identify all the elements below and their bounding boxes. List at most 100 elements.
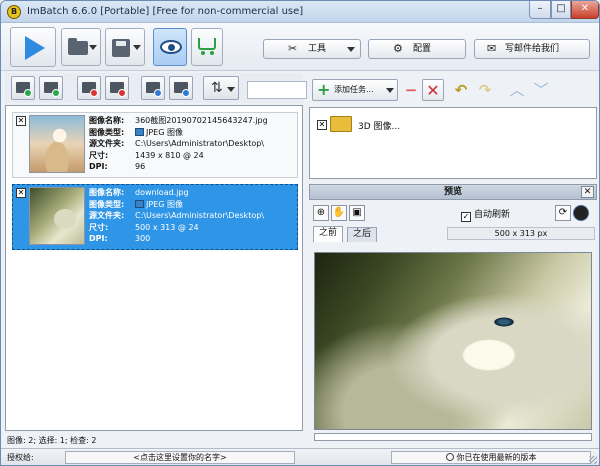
size-label: 尺寸: <box>89 150 109 160</box>
preview-toolbar: ⊕ ✋ ▣ ✓ 自动刷新 ⟳ <box>309 202 597 224</box>
preview-toggle-button[interactable] <box>153 28 187 66</box>
image-list-status: 图像: 2; 选择: 1; 检查: 2 <box>7 436 97 445</box>
zoom-icon[interactable]: ⊕ <box>313 205 329 221</box>
app-window: B ImBatch 6.6.0 [Portable] [Free for non… <box>0 0 600 466</box>
task-toolbar: + 添加任务... − ✕ ↶ ↷ ︿ ﹀ <box>308 77 598 101</box>
tools-menu-button[interactable]: ✂ 工具 <box>263 39 361 59</box>
dpi-label: DPI: <box>89 162 108 171</box>
license-label: 授权给: <box>7 453 34 462</box>
run-batch-button[interactable] <box>10 27 56 67</box>
image-dpi: 96 <box>135 162 146 171</box>
image-thumbnail <box>29 187 85 245</box>
add-task-label: 添加任务... <box>334 85 374 94</box>
undo-button[interactable]: ↶ <box>450 79 472 101</box>
task-item[interactable]: ✕ 3D 图像... <box>314 114 514 136</box>
image-source: C:\Users\Administrator\Desktop\ <box>135 139 264 148</box>
image-name: 360截图20190702145643247.jpg <box>135 116 268 125</box>
preview-close-button[interactable]: ✕ <box>581 186 594 198</box>
image-type: JPEG 图像 <box>146 127 183 137</box>
preview-image[interactable] <box>314 252 592 430</box>
tools-label: 工具 <box>308 44 327 54</box>
tab-after[interactable]: 之后 <box>347 227 378 242</box>
preview-header: 预览 ✕ <box>309 184 597 200</box>
app-logo-icon: B <box>7 5 21 19</box>
add-image-button[interactable] <box>11 76 35 100</box>
chevron-down-icon <box>227 87 235 92</box>
gear-icon: ⚙ <box>393 42 403 55</box>
list-item-selected[interactable]: ✕ 图像名称: download.jpg 图像类型: JPEG 图像 源文件夹: C:… <box>12 184 298 250</box>
hand-icon[interactable]: ✋ <box>331 205 347 221</box>
arrow-up-icon <box>154 89 162 97</box>
plus-icon: + <box>317 80 331 99</box>
license-name-field[interactable]: <点击这里设置你的名字> <box>65 451 295 464</box>
image-list-toolbar: ⇅ <box>5 73 307 103</box>
move-image-down-button[interactable] <box>169 76 193 100</box>
config-button[interactable]: ⚙ 配置 <box>368 39 466 59</box>
move-task-up-button[interactable]: ︿ <box>506 79 528 101</box>
dpi-label: DPI: <box>89 234 108 243</box>
maximize-button[interactable]: □ <box>551 1 571 19</box>
add-task-button[interactable]: + 添加任务... <box>312 79 398 101</box>
save-button[interactable] <box>105 28 145 66</box>
auto-refresh-label: 自动刷新 <box>474 210 511 220</box>
tab-before[interactable]: 之前 <box>313 226 344 242</box>
image-type: JPEG 图像 <box>146 199 183 209</box>
fit-icon[interactable]: ▣ <box>349 205 365 221</box>
image-thumbnail <box>29 115 85 173</box>
add-folder-button[interactable] <box>39 76 63 100</box>
background-color-icon[interactable] <box>573 205 589 221</box>
remove-image-button[interactable] <box>77 76 101 100</box>
version-status[interactable]: 你已在使用最新的版本 <box>391 451 591 464</box>
list-item[interactable]: ✕ 图像名称: 360截图20190702145643247.jpg 图像类型: J… <box>12 112 298 178</box>
shopping-cart-icon <box>198 38 216 55</box>
move-task-down-button[interactable]: ﹀ <box>530 79 552 101</box>
remove-icon <box>90 89 98 97</box>
name-label: 图像名称: <box>89 116 125 125</box>
chevron-down-icon <box>386 88 394 93</box>
type-label: 图像类型: <box>89 127 125 137</box>
image-properties: 图像名称: 360截图20190702145643247.jpg 图像类型: JPE… <box>89 115 299 173</box>
clear-images-button[interactable] <box>105 76 129 100</box>
source-label: 源文件夹: <box>89 139 125 148</box>
arrow-down-icon <box>182 89 190 97</box>
item-checkbox[interactable]: ✕ <box>16 188 26 198</box>
name-label: 图像名称: <box>89 188 125 197</box>
chevron-down-icon[interactable] <box>133 45 141 50</box>
remove-task-button[interactable]: − <box>400 79 422 101</box>
filter-input[interactable] <box>247 81 307 99</box>
chevron-down-icon[interactable] <box>89 45 97 50</box>
main-toolbar: ✂ 工具 ⚙ 配置 ✉ 写邮件给我们 <box>1 23 599 71</box>
version-status-text: 你已在使用最新的版本 <box>456 453 537 462</box>
refresh-icon[interactable]: ⟳ <box>555 205 571 221</box>
auto-refresh-checkbox[interactable]: ✓ <box>461 212 471 222</box>
image-name: download.jpg <box>135 188 189 197</box>
sort-button[interactable]: ⇅ <box>203 76 239 100</box>
resize-grip[interactable] <box>589 456 597 464</box>
preview-detail <box>493 317 515 327</box>
close-button[interactable]: ✕ <box>571 1 599 19</box>
email-us-button[interactable]: ✉ 写邮件给我们 <box>474 39 590 59</box>
config-label: 配置 <box>413 44 432 54</box>
redo-button[interactable]: ↷ <box>474 79 496 101</box>
image-list[interactable]: ✕ 图像名称: 360截图20190702145643247.jpg 图像类型: J… <box>5 105 303 431</box>
image-size: 1439 x 810 @ 24 <box>135 150 204 160</box>
image-properties: 图像名称: download.jpg 图像类型: JPEG 图像 源文件夹: C:\U… <box>89 187 299 245</box>
play-icon <box>25 36 45 60</box>
task-list[interactable]: ✕ 3D 图像... <box>309 107 597 179</box>
task-checkbox[interactable]: ✕ <box>317 120 327 130</box>
minimize-button[interactable]: – <box>529 1 551 19</box>
move-image-up-button[interactable] <box>141 76 165 100</box>
chevron-down-icon <box>347 47 355 52</box>
size-label: 尺寸: <box>89 222 109 232</box>
item-checkbox[interactable]: ✕ <box>16 116 26 126</box>
jpeg-file-icon <box>135 127 144 136</box>
envelope-icon: ✉ <box>487 42 497 55</box>
delete-task-button[interactable]: ✕ <box>422 79 444 101</box>
progress-bar <box>314 433 592 441</box>
open-folder-button[interactable] <box>61 28 101 66</box>
buy-button[interactable] <box>191 28 223 66</box>
add-icon <box>24 89 32 97</box>
auto-refresh-toggle[interactable]: ✓ 自动刷新 <box>461 207 510 222</box>
preview-tabs: 之前 之后 500 x 313 px <box>313 225 597 242</box>
title-bar[interactable]: B ImBatch 6.6.0 [Portable] [Free for non… <box>1 1 599 23</box>
